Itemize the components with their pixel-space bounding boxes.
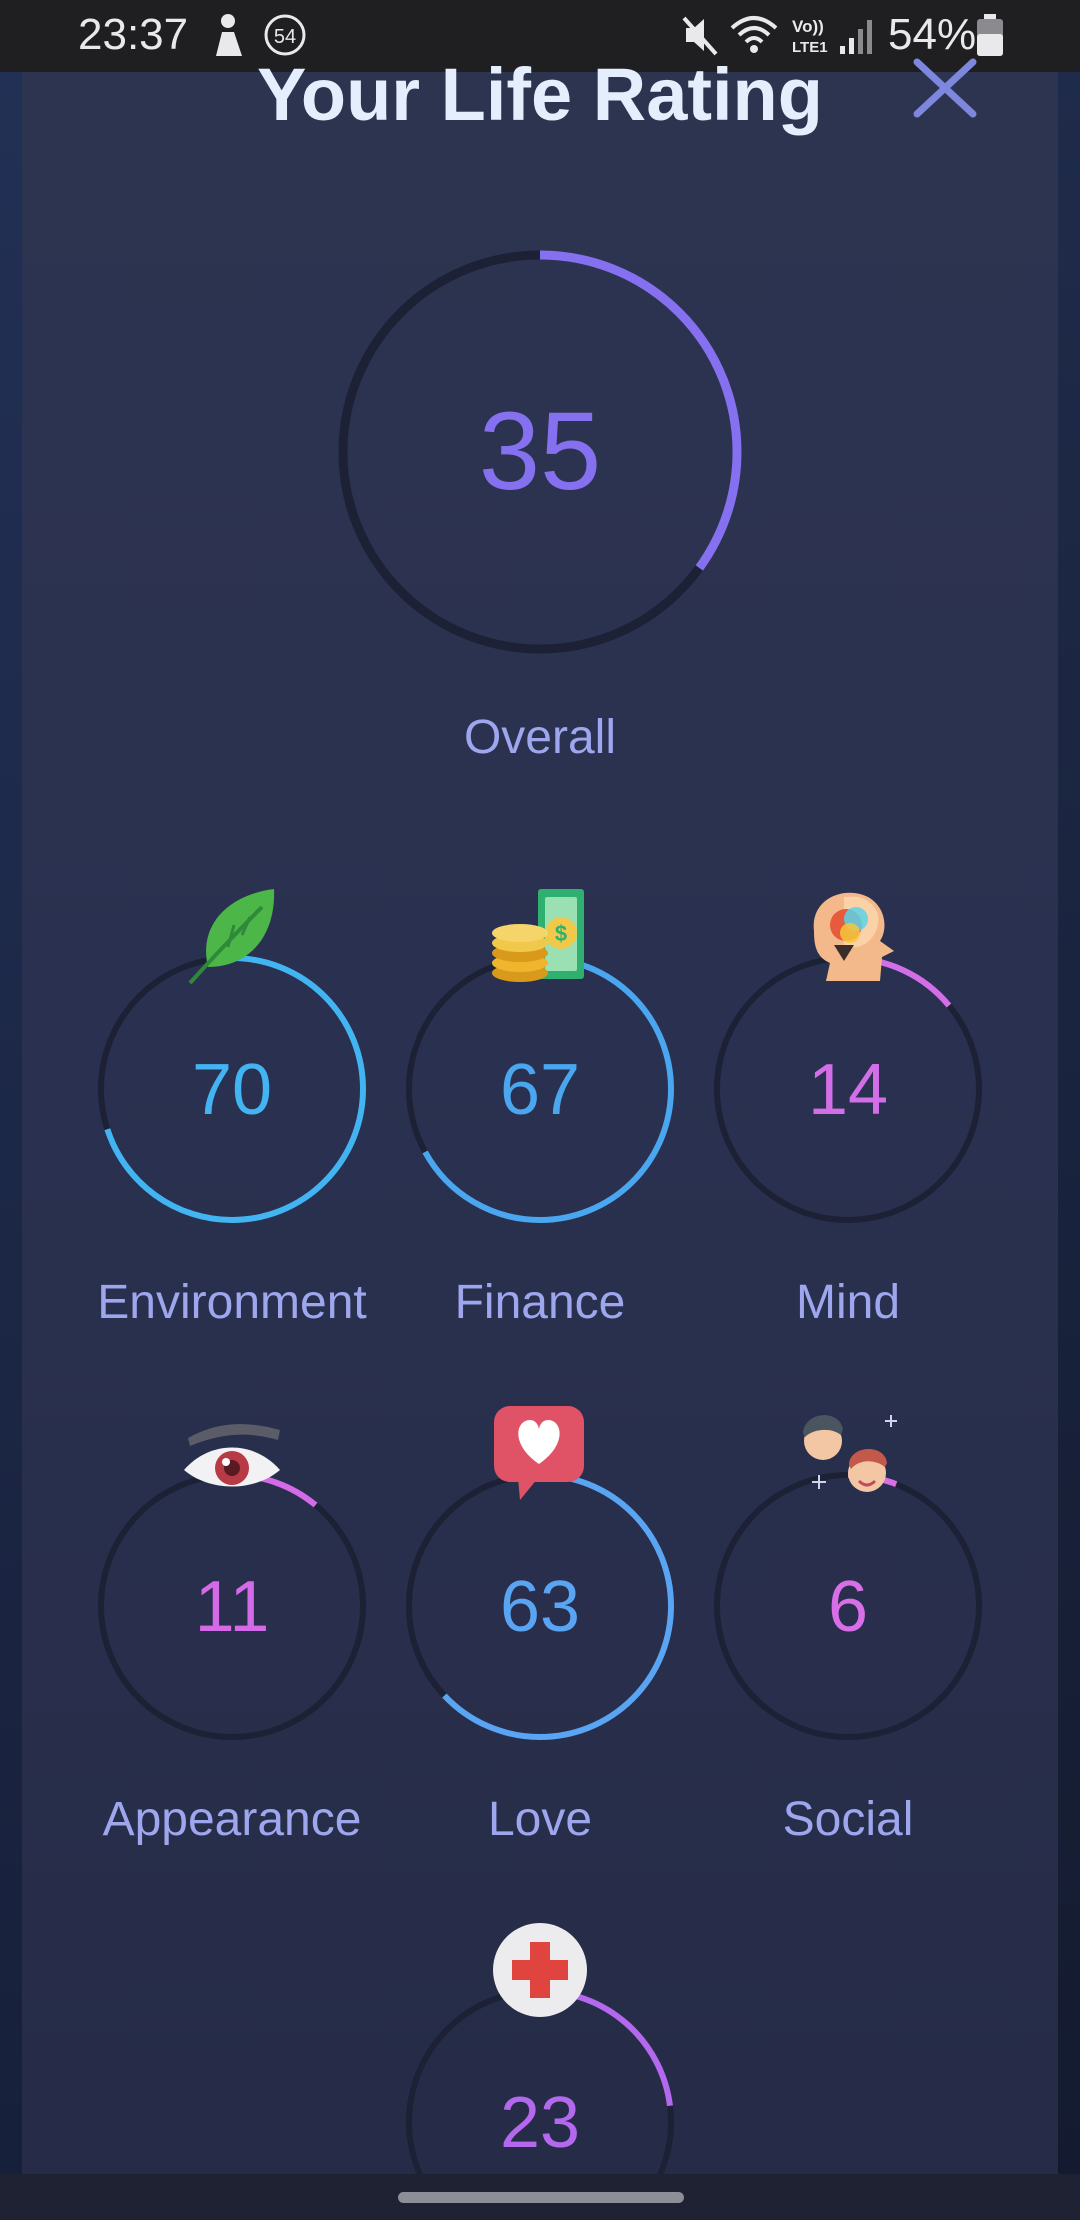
svg-text:$: $: [555, 921, 567, 946]
eye-icon: [184, 1424, 280, 1487]
appearance-score: 11: [194, 1567, 270, 1647]
money-icon: $: [492, 889, 584, 982]
love-label[interactable]: Love: [380, 1792, 700, 1847]
overall-label: Overall: [463, 711, 617, 764]
home-indicator[interactable]: [398, 2192, 684, 2203]
mind-label[interactable]: Mind: [688, 1275, 1008, 1330]
appearance-label[interactable]: Appearance: [72, 1792, 392, 1847]
mind-score: 14: [807, 1050, 889, 1130]
social-score: 6: [827, 1567, 869, 1647]
environment-score: 70: [191, 1050, 273, 1130]
overall-score: 35: [478, 390, 602, 513]
finance-score: 67: [499, 1050, 581, 1130]
brain-head-icon: [813, 892, 894, 981]
heart-bubble-icon: [494, 1406, 584, 1500]
medical-cross-icon: [493, 1923, 587, 2017]
social-label[interactable]: Social: [688, 1792, 1008, 1847]
environment-label[interactable]: Environment: [72, 1275, 392, 1330]
love-score: 63: [499, 1567, 581, 1647]
health-score: 23: [499, 2083, 581, 2163]
people-icon: [803, 1415, 897, 1492]
finance-label[interactable]: Finance: [380, 1275, 700, 1330]
leaf-icon: [188, 889, 275, 985]
